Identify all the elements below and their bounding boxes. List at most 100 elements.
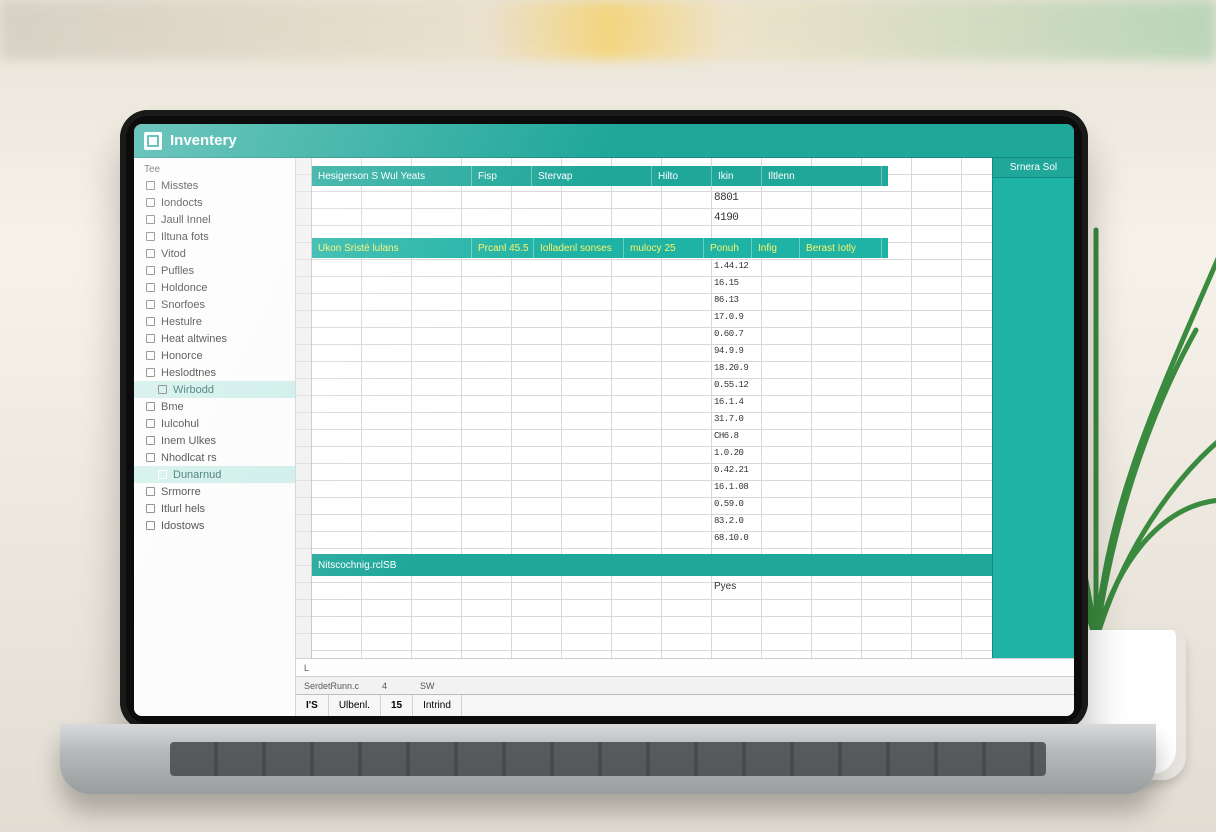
- subcol-header: Iolladenl sonses: [534, 238, 624, 258]
- sidebar-item-label: Itlurl hels: [161, 503, 205, 515]
- sidebar-item-label: Snorfoes: [161, 299, 205, 311]
- list-icon: [158, 385, 167, 394]
- sidebar-item[interactable]: Srmorre: [134, 483, 295, 500]
- info-cell: 4: [382, 681, 402, 691]
- app-window: Inventery Tee Misstes Iondocts Jaull Innel…: [134, 124, 1074, 716]
- sidebar-item[interactable]: Vitod: [134, 245, 295, 262]
- table-footer-row: [312, 554, 992, 576]
- subcol-header: Ukon Sristé lulans: [312, 238, 472, 258]
- sheet-tab[interactable]: Ulbenl.: [329, 695, 381, 716]
- row-number-gutter: [296, 158, 312, 658]
- cell-value[interactable]: 83.2.0: [712, 513, 768, 530]
- sidebar-item[interactable]: Iulcohul: [134, 415, 295, 432]
- sidebar-item-label: Nhodlcat rs: [161, 452, 217, 464]
- list-icon: [146, 283, 155, 292]
- sidebar-section-label: Tee: [134, 158, 295, 177]
- sidebar-item[interactable]: Snorfoes: [134, 296, 295, 313]
- sheet-tab[interactable]: Intrind: [413, 695, 462, 716]
- sidebar-item-label: Heslodtnes: [161, 367, 216, 379]
- cell-value[interactable]: 18.20.9: [712, 360, 768, 377]
- sidebar-item-label: Iondocts: [161, 197, 203, 209]
- sidebar-item[interactable]: Iltuna fots: [134, 228, 295, 245]
- list-icon: [146, 215, 155, 224]
- cell-value[interactable]: 16.1.4: [712, 394, 768, 411]
- col-header[interactable]: Fisp: [472, 166, 532, 186]
- sidebar-item[interactable]: Inem Ulkes: [134, 432, 295, 449]
- list-icon: [146, 249, 155, 258]
- cell-value[interactable]: 0.59.0: [712, 496, 768, 513]
- app-logo-icon: [144, 132, 162, 150]
- formula-bar[interactable]: L: [296, 658, 1074, 676]
- sidebar-item-label: Bme: [161, 401, 184, 413]
- cell-value[interactable]: 17.0.9: [712, 309, 768, 326]
- list-icon: [146, 504, 155, 513]
- sidebar-item[interactable]: Honorce: [134, 347, 295, 364]
- sidebar-item[interactable]: Heat altwines: [134, 330, 295, 347]
- spreadsheet-grid[interactable]: Hesigerson S Wul Yeats Fisp Stervap Hilt…: [312, 158, 1074, 658]
- sidebar-item[interactable]: Jaull Innel: [134, 211, 295, 228]
- list-icon: [146, 181, 155, 190]
- list-icon: [146, 453, 155, 462]
- col-header[interactable]: Stervap: [532, 166, 652, 186]
- spreadsheet-area: Hesigerson S Wul Yeats Fisp Stervap Hilt…: [296, 158, 1074, 716]
- list-icon: [146, 334, 155, 343]
- info-cell: SerdetRunn.c: [304, 681, 364, 691]
- sidebar-item[interactable]: Idostows: [134, 517, 295, 534]
- sidebar-item-label: Wirbodd: [173, 384, 214, 396]
- subcol-header: Infig: [752, 238, 800, 258]
- col-header[interactable]: Hesigerson S Wul Yeats: [312, 166, 472, 186]
- cell-value[interactable]: 1.44.12: [712, 258, 768, 275]
- sidebar-item-label: Vitod: [161, 248, 186, 260]
- cell-value[interactable]: 0.42.21: [712, 462, 768, 479]
- sidebar-item-label: Hestulre: [161, 316, 202, 328]
- cell-value[interactable]: 16.15: [712, 275, 768, 292]
- col-header[interactable]: Ikin: [712, 166, 762, 186]
- subcol-header: Ponuh: [704, 238, 752, 258]
- cell-value[interactable]: 86.13: [712, 292, 768, 309]
- sidebar-item[interactable]: Iondocts: [134, 194, 295, 211]
- sidebar-item[interactable]: Holdonce: [134, 279, 295, 296]
- sidebar-item[interactable]: Dunarnud: [134, 466, 295, 483]
- sidebar-item[interactable]: Nhodlcat rs: [134, 449, 295, 466]
- sidebar-item-label: Idostows: [161, 520, 204, 532]
- sidebar-item-label: Heat altwines: [161, 333, 227, 345]
- sidebar-item[interactable]: Bme: [134, 398, 295, 415]
- summary-header: Srnera Sol: [993, 158, 1074, 178]
- sidebar-item-label: Honorce: [161, 350, 203, 362]
- list-icon: [146, 521, 155, 530]
- sidebar-item-label: Inem Ulkes: [161, 435, 216, 447]
- cell-value[interactable]: 1.0.20: [712, 445, 768, 462]
- app-title: Inventery: [170, 132, 237, 149]
- info-cell: SW: [420, 681, 440, 691]
- sidebar-item[interactable]: Misstes: [134, 177, 295, 194]
- cell-value[interactable]: 0.55.12: [712, 377, 768, 394]
- sidebar-item-label: Iltuna fots: [161, 231, 209, 243]
- app-header: Inventery: [134, 124, 1074, 158]
- footer-value: Pyes: [712, 578, 768, 595]
- cell-value[interactable]: 94.9.9: [712, 343, 768, 360]
- col-header[interactable]: Hilto: [652, 166, 712, 186]
- sidebar-item[interactable]: Wirbodd: [134, 381, 295, 398]
- sidebar-item[interactable]: Heslodtnes: [134, 364, 295, 381]
- list-icon: [146, 198, 155, 207]
- cell-value[interactable]: 31.7.0: [712, 411, 768, 428]
- cell-value[interactable]: CH6.8: [712, 428, 768, 445]
- sidebar-item[interactable]: Itlurl hels: [134, 500, 295, 517]
- sidebar-item-label: Srmorre: [161, 486, 201, 498]
- info-bar: SerdetRunn.c 4 SW: [296, 676, 1074, 694]
- value-column: 1.44.1216.1586.1317.0.90.60.794.9.918.20…: [712, 258, 768, 547]
- list-icon: [146, 436, 155, 445]
- col-header[interactable]: Iltlenn: [762, 166, 882, 186]
- sheet-tab[interactable]: I'S: [296, 695, 329, 716]
- cell-value[interactable]: 16.1.08: [712, 479, 768, 496]
- laptop-frame: Inventery Tee Misstes Iondocts Jaull Innel…: [120, 110, 1088, 730]
- cell-value[interactable]: 68.10.0: [712, 530, 768, 547]
- sidebar-item-label: Jaull Innel: [161, 214, 211, 226]
- sheet-tab[interactable]: 15: [381, 695, 413, 716]
- sidebar-item[interactable]: Hestulre: [134, 313, 295, 330]
- summary-value: 8801: [712, 188, 768, 208]
- cell-value[interactable]: 0.60.7: [712, 326, 768, 343]
- sidebar-item[interactable]: Puflles: [134, 262, 295, 279]
- list-icon: [146, 300, 155, 309]
- list-icon: [146, 266, 155, 275]
